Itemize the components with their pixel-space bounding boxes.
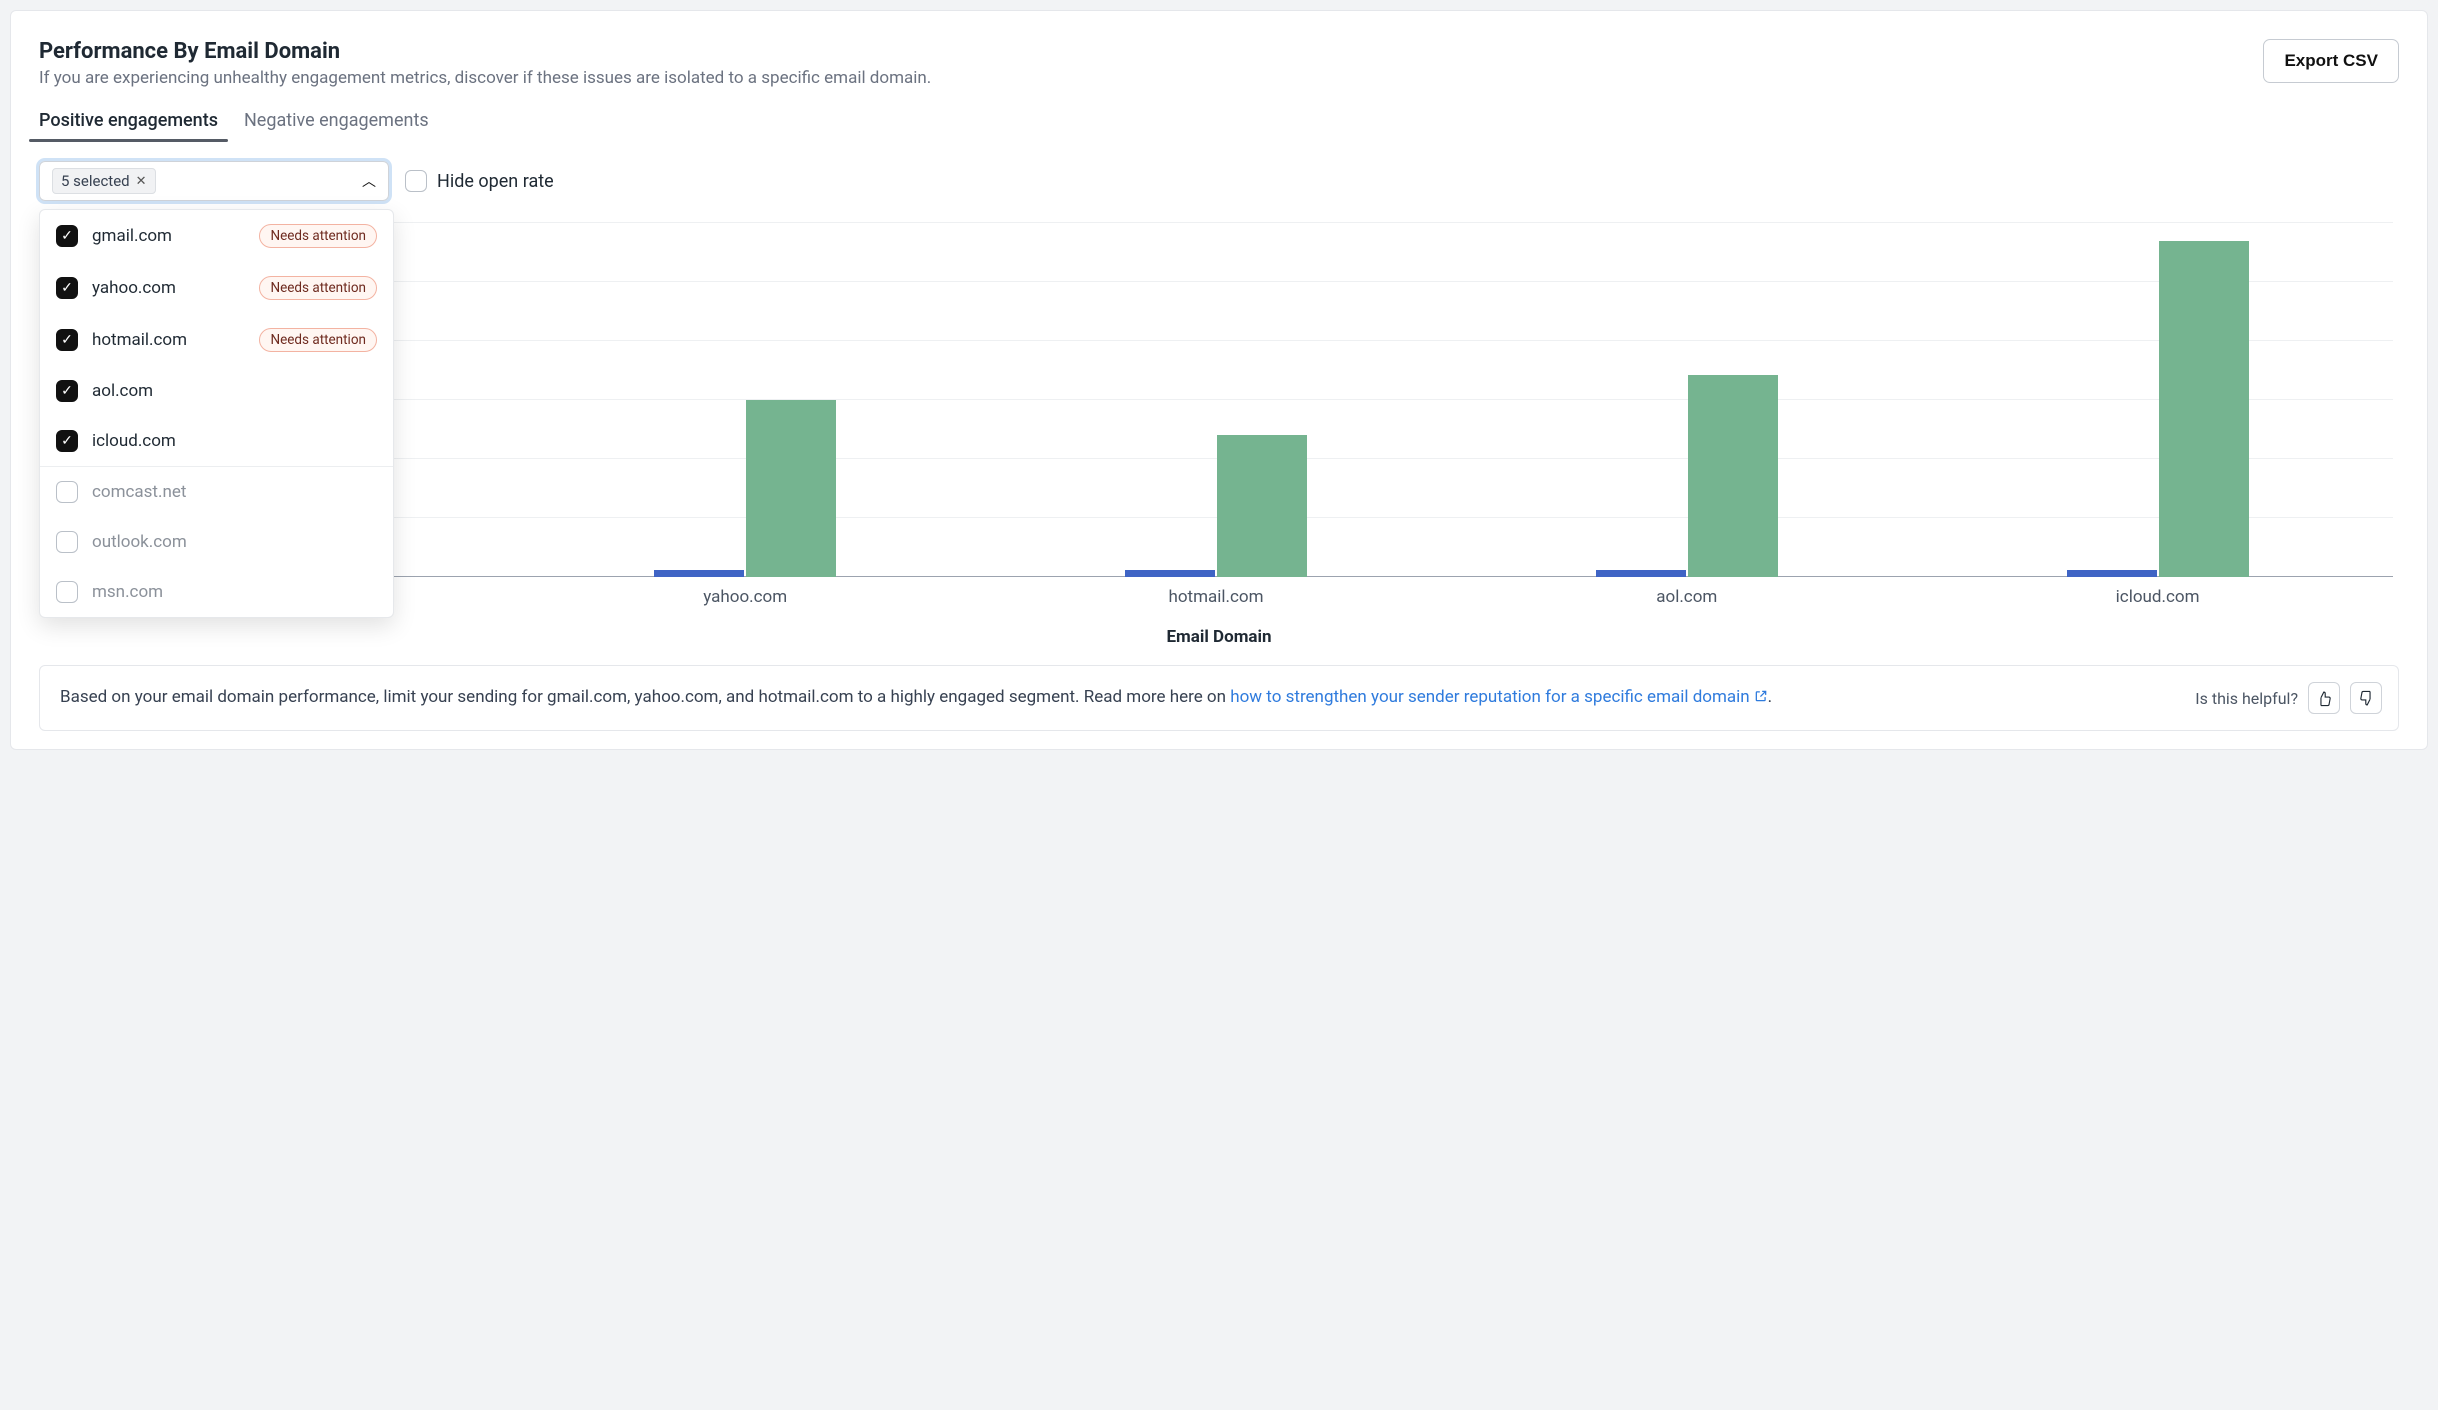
thumbs-down-icon [2358, 690, 2375, 707]
dropdown-option-hotmail-com[interactable]: ✓ hotmail.com Needs attention [40, 314, 393, 366]
x-axis-title: Email Domain [39, 627, 2399, 647]
checkbox-icon[interactable]: ✓ [56, 277, 78, 299]
domain-dropdown[interactable]: ✓ gmail.com Needs attention ✓ yahoo.com Needs… [39, 209, 394, 618]
needs-attention-badge: Needs attention [259, 328, 377, 352]
hide-open-rate-label: Hide open rate [437, 171, 554, 192]
dropdown-option-label: gmail.com [92, 226, 172, 246]
dropdown-option-comcast-net[interactable]: comcast.net [40, 467, 393, 517]
insight-text: Based on your email domain performance, … [60, 684, 2179, 711]
hide-open-rate-control[interactable]: Hide open rate [405, 170, 554, 192]
click-rate-bar [1125, 570, 1215, 577]
selected-count-chip[interactable]: 5 selected ✕ [52, 168, 156, 194]
selected-count-label: 5 selected [61, 172, 130, 190]
checkbox-icon[interactable] [56, 481, 78, 503]
insight-pre: Based on your email domain performance, … [60, 687, 1230, 707]
open-rate-bar [1217, 435, 1307, 577]
thumbs-down-button[interactable] [2350, 682, 2382, 714]
checkbox-icon[interactable]: ✓ [56, 225, 78, 247]
x-tick-label: hotmail.com [981, 581, 1452, 613]
dropdown-option-outlook-com[interactable]: outlook.com [40, 517, 393, 567]
checkbox-icon[interactable]: ✓ [56, 329, 78, 351]
chart-controls: 5 selected ✕ ︿ ✓gmail.comNeeds attention… [39, 161, 2399, 201]
bar-group [1922, 223, 2393, 577]
insight-post: . [1768, 687, 1772, 707]
insight-link[interactable]: how to strengthen your sender reputation… [1230, 687, 1767, 707]
external-link-icon [1754, 689, 1768, 703]
click-rate-bar [654, 570, 744, 577]
domain-multiselect-input[interactable]: 5 selected ✕ ︿ [39, 161, 389, 201]
bar-group [510, 223, 981, 577]
panel-header: Performance By Email Domain If you are e… [39, 39, 2399, 110]
dropdown-option-label: aol.com [92, 381, 153, 401]
domain-multiselect[interactable]: 5 selected ✕ ︿ ✓gmail.comNeeds attention… [39, 161, 389, 201]
engagement-tabs: Positive engagements Negative engagement… [39, 110, 2399, 141]
checkbox-icon[interactable] [56, 581, 78, 603]
tab-positive-engagements[interactable]: Positive engagements [39, 110, 218, 141]
dropdown-option-icloud-com[interactable]: ✓ icloud.com [40, 416, 393, 467]
click-rate-bar [2067, 570, 2157, 577]
needs-attention-badge: Needs attention [259, 276, 377, 300]
needs-attention-badge: Needs attention [259, 224, 377, 248]
thumbs-up-icon [2316, 690, 2333, 707]
panel-subtitle: If you are experiencing unhealthy engage… [39, 68, 931, 88]
dropdown-option-msn-com[interactable]: msn.com [40, 567, 393, 617]
dropdown-option-label: comcast.net [92, 482, 186, 502]
export-csv-button[interactable]: Export CSV [2263, 39, 2399, 83]
checkbox-icon[interactable]: ✓ [56, 430, 78, 452]
insight-box: Based on your email domain performance, … [39, 665, 2399, 731]
x-tick-label: yahoo.com [510, 581, 981, 613]
dropdown-option-label: hotmail.com [92, 330, 187, 350]
hide-open-rate-checkbox[interactable] [405, 170, 427, 192]
bar-group [981, 223, 1452, 577]
dropdown-option-label: outlook.com [92, 532, 187, 552]
x-tick-label: icloud.com [1922, 581, 2393, 613]
tab-negative-engagements[interactable]: Negative engagements [244, 110, 429, 141]
open-rate-bar [2159, 241, 2249, 577]
dropdown-option-label: msn.com [92, 582, 163, 602]
dropdown-option-gmail-com[interactable]: ✓ gmail.com Needs attention [40, 210, 393, 262]
click-rate-bar [1596, 570, 1686, 577]
dropdown-option-aol-com[interactable]: ✓ aol.com [40, 366, 393, 416]
x-tick-label: aol.com [1451, 581, 1922, 613]
dropdown-option-label: yahoo.com [92, 278, 176, 298]
open-rate-bar [1688, 375, 1778, 577]
dropdown-option-label: icloud.com [92, 431, 176, 451]
performance-panel: Performance By Email Domain If you are e… [10, 10, 2428, 750]
checkbox-icon[interactable] [56, 531, 78, 553]
checkbox-icon[interactable]: ✓ [56, 380, 78, 402]
helpful-controls: Is this helpful? [2195, 682, 2382, 714]
dropdown-option-yahoo-com[interactable]: ✓ yahoo.com Needs attention [40, 262, 393, 314]
clear-selection-icon[interactable]: ✕ [136, 174, 147, 189]
panel-title: Performance By Email Domain [39, 39, 931, 64]
thumbs-up-button[interactable] [2308, 682, 2340, 714]
helpful-label: Is this helpful? [2195, 689, 2298, 708]
bar-group [1451, 223, 1922, 577]
chevron-up-icon: ︿ [362, 171, 376, 191]
open-rate-bar [746, 400, 836, 577]
